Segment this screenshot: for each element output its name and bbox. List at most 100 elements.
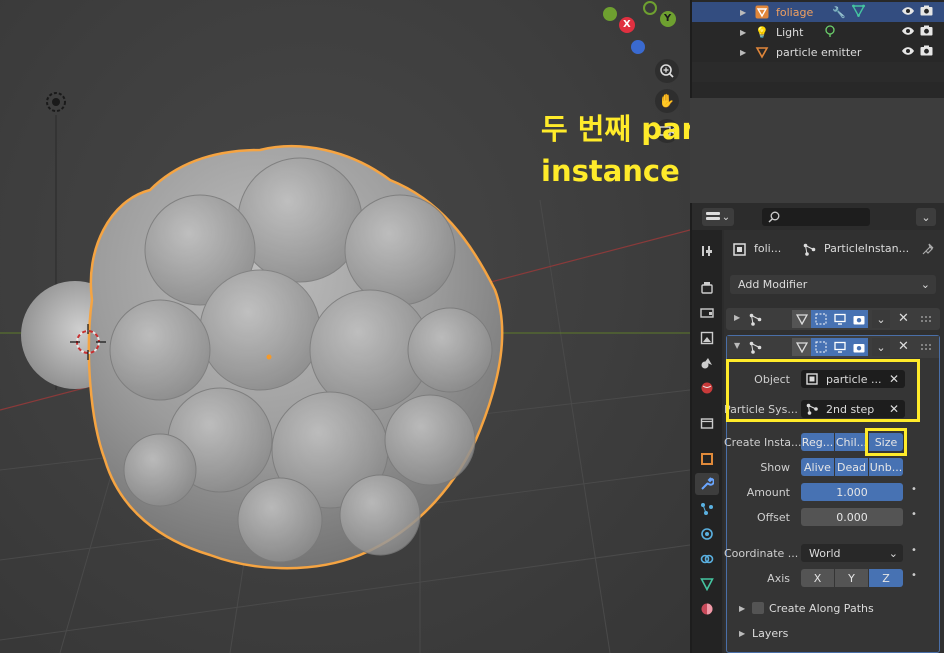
- collapse-arrow-icon[interactable]: ▼: [734, 341, 740, 350]
- offset-label: Offset: [756, 511, 790, 524]
- outliner-item-foliage[interactable]: ▶ foliage 🔧: [692, 2, 944, 22]
- cage-toggle[interactable]: [811, 338, 830, 356]
- annotation-line-1: 두 번째 particle: [541, 112, 690, 146]
- outliner-item-label: particle emitter: [776, 45, 862, 59]
- tab-material[interactable]: [695, 598, 719, 620]
- mesh-object-icon: [754, 44, 770, 60]
- outliner-item-light[interactable]: ▶ 💡 Light: [692, 22, 944, 42]
- axis-y-toggle[interactable]: Y: [835, 569, 868, 587]
- keyframe-dot-icon[interactable]: •: [911, 509, 917, 520]
- show-alive-toggle[interactable]: Alive: [801, 458, 834, 476]
- keyframe-dot-icon[interactable]: •: [911, 484, 917, 495]
- coordinate-space-dropdown[interactable]: World ⌄: [801, 544, 903, 562]
- chevron-down-icon: ⌄: [888, 546, 898, 560]
- tab-render[interactable]: [695, 277, 719, 299]
- tab-modifiers[interactable]: [695, 473, 719, 495]
- camera-icon[interactable]: [920, 5, 933, 19]
- layers-subpanel[interactable]: ▶ Layers: [727, 623, 939, 645]
- tab-constraints[interactable]: [695, 548, 719, 570]
- axis-z-toggle[interactable]: Z: [869, 569, 903, 587]
- gizmo-y-label: Y: [664, 13, 672, 24]
- drag-handle[interactable]: [920, 343, 932, 351]
- tab-world[interactable]: [695, 377, 719, 399]
- editor-type-dropdown[interactable]: ⌄: [702, 208, 734, 226]
- light-object: [46, 92, 66, 112]
- wrench-icon[interactable]: 🔧: [832, 6, 846, 19]
- properties-search-input[interactable]: [762, 208, 870, 226]
- highlight-box-size: [865, 428, 907, 456]
- properties-tabs: [692, 230, 722, 653]
- drag-handle[interactable]: [920, 315, 932, 323]
- keyframe-dot-icon[interactable]: •: [911, 570, 917, 581]
- layers-label: Layers: [752, 627, 789, 640]
- navigation-gizmo: [603, 1, 676, 54]
- tab-tool[interactable]: [695, 240, 719, 262]
- keyframe-dot-icon[interactable]: •: [911, 545, 917, 556]
- options-dropdown[interactable]: ⌄: [916, 208, 936, 226]
- coordinate-space-value: World: [809, 546, 841, 560]
- edit-mode-toggle[interactable]: [792, 310, 811, 328]
- tab-collection[interactable]: [695, 412, 719, 434]
- search-icon: [768, 211, 780, 223]
- 3d-viewport[interactable]: X Y ✋ 두 번째 particle instance modifier 추가: [0, 0, 690, 653]
- zoom-icon[interactable]: [655, 59, 679, 83]
- expand-arrow-icon[interactable]: ▶: [740, 48, 746, 57]
- close-icon[interactable]: ✕: [898, 339, 909, 354]
- add-modifier-label: Add Modifier: [738, 278, 808, 291]
- light-data-icon[interactable]: [824, 24, 836, 40]
- outliner-panel: ▶ foliage 🔧 ▶ 💡 Light ▶ particle emitter: [690, 0, 944, 98]
- expand-arrow-icon[interactable]: ▶: [740, 8, 746, 17]
- tab-scene[interactable]: [695, 352, 719, 374]
- edit-mode-toggle[interactable]: [792, 338, 811, 356]
- modifier-menu-dropdown[interactable]: ⌄: [872, 310, 890, 328]
- eye-icon[interactable]: [901, 46, 915, 59]
- tab-object-data[interactable]: [695, 573, 719, 595]
- expand-arrow-icon[interactable]: ▶: [734, 313, 740, 322]
- render-toggle[interactable]: [849, 338, 868, 356]
- eye-icon[interactable]: [901, 26, 915, 39]
- properties-editor: ⌄ ⌄ foli... ParticleInstan... Add Modifi…: [690, 203, 944, 653]
- modifier-header-expanded[interactable]: ▼ ⌄ ✕: [727, 336, 939, 358]
- close-icon[interactable]: ✕: [898, 311, 909, 326]
- breadcrumb-modifier: ParticleInstan...: [824, 242, 910, 255]
- modifier-menu-dropdown[interactable]: ⌄: [872, 338, 890, 356]
- tab-object[interactable]: [695, 448, 719, 470]
- expand-arrow-icon[interactable]: ▶: [739, 604, 745, 613]
- tab-view-layer[interactable]: [695, 327, 719, 349]
- create-instances-label: Create Insta...: [724, 436, 802, 449]
- tab-physics[interactable]: [695, 523, 719, 545]
- offset-slider[interactable]: 0.000: [801, 508, 903, 526]
- outliner-item-particle-emitter[interactable]: ▶ particle emitter: [692, 42, 944, 62]
- expand-arrow-icon[interactable]: ▶: [739, 629, 745, 638]
- create-children-toggle[interactable]: Chil...: [835, 433, 868, 451]
- chevron-down-icon: ⌄: [721, 211, 731, 223]
- viewport-display-toggle[interactable]: [830, 310, 849, 328]
- mesh-object-icon: [754, 4, 770, 20]
- outliner-empty-row: [692, 82, 944, 98]
- eye-icon[interactable]: [901, 6, 915, 19]
- camera-icon[interactable]: [920, 45, 933, 59]
- chevron-down-icon: ⌄: [920, 278, 930, 291]
- pin-icon[interactable]: [919, 240, 937, 258]
- gizmo-x-label: X: [623, 19, 631, 30]
- axis-x-toggle[interactable]: X: [801, 569, 834, 587]
- show-dead-toggle[interactable]: Dead: [835, 458, 868, 476]
- tab-particles[interactable]: [695, 498, 719, 520]
- outliner-item-label: Light: [776, 25, 804, 39]
- camera-icon[interactable]: [920, 25, 933, 39]
- modifier-header-collapsed[interactable]: ▶ ⌄ ✕: [726, 308, 940, 330]
- create-along-paths-subpanel[interactable]: ▶ Create Along Paths: [727, 598, 939, 620]
- tab-output[interactable]: [695, 302, 719, 324]
- cage-toggle[interactable]: [811, 310, 830, 328]
- expand-arrow-icon[interactable]: ▶: [740, 28, 746, 37]
- create-along-paths-label: Create Along Paths: [769, 602, 874, 615]
- mesh-data-icon[interactable]: [851, 4, 866, 20]
- add-modifier-dropdown[interactable]: Add Modifier ⌄: [730, 275, 936, 294]
- amount-slider[interactable]: 1.000: [801, 483, 903, 501]
- create-regular-toggle[interactable]: Reg...: [801, 433, 834, 451]
- viewport-display-toggle[interactable]: [830, 338, 849, 356]
- create-along-paths-checkbox[interactable]: [752, 602, 764, 614]
- show-unborn-toggle[interactable]: Unb...: [869, 458, 903, 476]
- render-toggle[interactable]: [849, 310, 868, 328]
- particle-instance-icon: [746, 310, 764, 328]
